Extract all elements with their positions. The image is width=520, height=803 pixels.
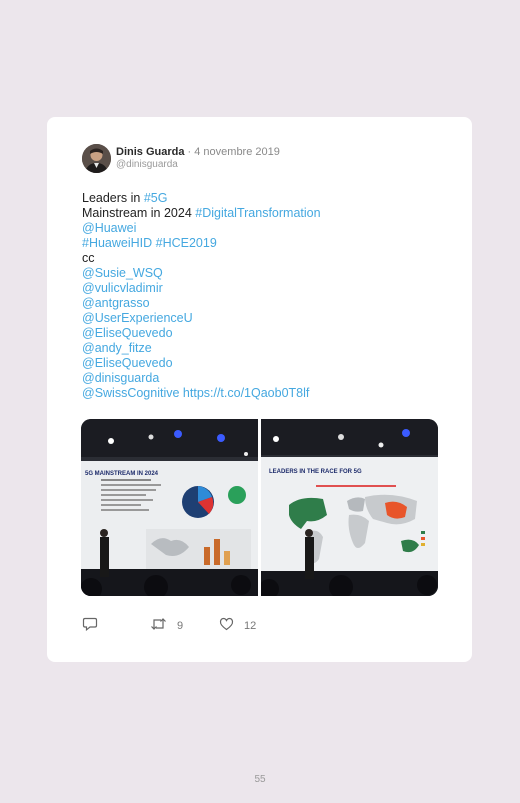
- tweet-link[interactable]: #HuaweiHID #HCE2019: [82, 236, 217, 250]
- page-number: 55: [254, 774, 266, 785]
- tweet-link[interactable]: @EliseQuevedo: [82, 356, 173, 370]
- reply-icon: [82, 617, 98, 634]
- tweet-link[interactable]: @UserExperienceU: [82, 311, 193, 325]
- retweet-icon: [150, 617, 167, 634]
- avatar[interactable]: [82, 144, 111, 173]
- tweet-line: cc: [82, 251, 462, 266]
- reply-button[interactable]: [82, 617, 98, 634]
- retweet-count: 9: [177, 619, 184, 632]
- tweet-link[interactable]: @SwissCognitive https://t.co/1Qaob0T8lf: [82, 386, 309, 400]
- tweet-link[interactable]: @vulicvladimir: [82, 281, 163, 295]
- heart-icon: [219, 617, 234, 634]
- author-name[interactable]: Dinis Guarda: [116, 146, 184, 158]
- tweet-line: #HuaweiHID #HCE2019: [82, 236, 462, 251]
- tweet-link[interactable]: @andy_fitze: [82, 341, 152, 355]
- tweet-link[interactable]: @EliseQuevedo: [82, 326, 173, 340]
- tweet-link[interactable]: #DigitalTransformation: [195, 206, 320, 220]
- photo-leaders-race-5g[interactable]: LEADERS IN THE RACE FOR 5G: [261, 419, 438, 596]
- right-slide-title: LEADERS IN THE RACE FOR 5G: [269, 469, 362, 475]
- tweet-text-segment: Leaders in: [82, 191, 144, 205]
- retweet-button[interactable]: 9: [150, 617, 183, 634]
- tweet-date[interactable]: 4 novembre 2019: [194, 146, 280, 158]
- tweet-line: @Huawei: [82, 221, 462, 236]
- tweet-line: @EliseQuevedo: [82, 356, 462, 371]
- tweet-line: @antgrasso: [82, 296, 462, 311]
- tweet-line: Mainstream in 2024 #DigitalTransformatio…: [82, 206, 462, 221]
- like-count: 12: [244, 619, 257, 632]
- tweet-link[interactable]: @dinisguarda: [82, 371, 159, 385]
- tweet-link[interactable]: #5G: [144, 191, 168, 205]
- tweet-text-segment: cc: [82, 251, 95, 265]
- like-button[interactable]: 12: [219, 617, 256, 634]
- tweet-line: Leaders in #5G: [82, 191, 462, 206]
- tweet-link[interactable]: @Susie_WSQ: [82, 266, 163, 280]
- tweet-line: @vulicvladimir: [82, 281, 462, 296]
- tweet-actions: 9 12: [82, 617, 382, 635]
- tweet-line: @UserExperienceU: [82, 311, 462, 326]
- author-line: Dinis Guarda · 4 novembre 2019: [116, 146, 280, 159]
- left-slide-title: 5G MAINSTREAM IN 2024: [85, 471, 159, 477]
- tweet-link[interactable]: @antgrasso: [82, 296, 150, 310]
- tweet-line: @Susie_WSQ: [82, 266, 462, 281]
- author-handle[interactable]: @dinisguarda: [116, 159, 178, 171]
- tweet-text-segment: Mainstream in 2024: [82, 206, 196, 220]
- tweet-link[interactable]: @Huawei: [82, 221, 136, 235]
- tweet-text: Leaders in #5G Mainstream in 2024 #Digita…: [82, 191, 462, 401]
- photo-5g-mainstream[interactable]: 5G MAINSTREAM IN 2024: [81, 419, 258, 596]
- tweet-line: @SwissCognitive https://t.co/1Qaob0T8lf: [82, 386, 462, 401]
- tweet-line: @EliseQuevedo: [82, 326, 462, 341]
- tweet-line: @andy_fitze: [82, 341, 462, 356]
- tweet-card: Dinis Guarda · 4 novembre 2019 @dinisgua…: [47, 117, 472, 662]
- tweet-line: @dinisguarda: [82, 371, 462, 386]
- date-separator: ·: [184, 146, 195, 158]
- tweet-photos: 5G MAINSTREAM IN 2024 LEADERS IN THE RAC…: [81, 419, 438, 596]
